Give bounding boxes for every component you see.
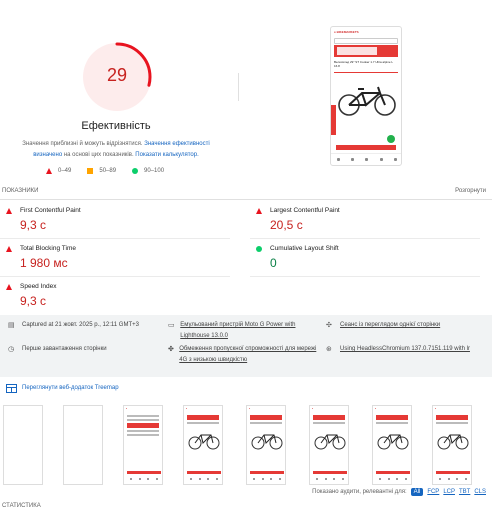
metric-lcp: Largest Contentful Paint 20,5 с	[250, 201, 480, 239]
filmstrip-frame: ●	[183, 405, 223, 485]
metric-speed-index: Speed Index 9,3 с	[0, 277, 230, 315]
filter-chip-cls[interactable]: CLS	[474, 489, 486, 495]
divider	[238, 73, 239, 101]
screenshot-side-tab	[331, 105, 336, 135]
timer-icon: ◷	[8, 346, 15, 353]
network-icon: ✤	[168, 346, 174, 353]
metric-name: Largest Contentful Paint	[270, 207, 340, 214]
metric-name: Total Blocking Time	[20, 245, 76, 252]
metrics-label: ПОКАЗНИКИ	[2, 188, 39, 194]
fail-triangle-icon	[6, 246, 12, 252]
filter-chip-fcp[interactable]: FCP	[427, 489, 439, 495]
session-icon: ✣	[326, 322, 332, 329]
filmstrip-frame	[3, 405, 43, 485]
fail-triangle-icon	[6, 208, 12, 214]
info-first-load: ◷ Перше завантаження сторінки	[8, 346, 107, 353]
browser-icon: ⊛	[326, 346, 332, 353]
treemap-icon	[6, 383, 17, 393]
calendar-icon: ▤	[8, 322, 15, 329]
screenshot-buy-button	[336, 145, 396, 150]
metric-tbt: Total Blocking Time 1 980 мс	[0, 239, 230, 277]
metric-name: First Contentful Paint	[20, 207, 81, 214]
filmstrip-frame: ●	[246, 405, 286, 485]
expand-toggle[interactable]: Розгорнути	[455, 188, 486, 194]
legend-average: 50–89	[87, 168, 116, 174]
screenshot-bottom-nav	[331, 153, 401, 165]
filter-chip-tbt[interactable]: TBT	[459, 489, 470, 495]
bike-image	[334, 77, 398, 121]
fail-triangle-icon	[6, 284, 12, 290]
performance-score: 29	[106, 65, 128, 85]
performance-gauge: 29	[80, 40, 154, 114]
calculator-link[interactable]: Показати калькулятор.	[135, 152, 198, 158]
pass-circle-icon	[256, 246, 262, 252]
filmstrip-frame: ●	[309, 405, 349, 485]
filmstrip-frame: ●	[123, 405, 163, 485]
filmstrip-frame	[63, 405, 103, 485]
performance-gauge-section: 29 Ефективність Значення приблизні й мож…	[0, 0, 232, 185]
final-screenshot[interactable]: ● BIKEMARKETS Велосипед 29" ST Cooker 1.…	[330, 26, 402, 166]
info-emulation: ▭ Емульований пристрій Moto G Power with…	[168, 322, 296, 339]
metric-value: 9,3 с	[20, 218, 47, 232]
screenshot-product-title: Велосипед 29" ST Cooker 1.7 Ultra alpine…	[334, 60, 393, 68]
square-icon	[87, 168, 94, 174]
info-browser: ⊛ Using HeadlessChromium 137.0.7151.119 …	[326, 346, 470, 353]
metric-value: 20,5 с	[270, 218, 303, 232]
treemap-button[interactable]: Переглянути веб-додаток Treemap	[6, 381, 119, 395]
screenshot-search	[334, 38, 398, 44]
metric-value: 1 980 мс	[20, 256, 68, 270]
filmstrip-frame: ●	[372, 405, 412, 485]
score-legend: 0–49 50–89 90–100	[46, 168, 164, 174]
legend-fail: 0–49	[46, 168, 71, 174]
screenshot-banner	[334, 45, 398, 57]
treemap-label: Переглянути веб-додаток Treemap	[22, 385, 119, 391]
statistics-label: СТАТИСТИКА	[2, 503, 41, 509]
metric-value: 0	[270, 256, 277, 270]
info-captured: ▤ Captured at 21 жовт. 2025 р., 12:11 GM…	[8, 322, 139, 329]
metrics-header: ПОКАЗНИКИ Розгорнути	[0, 186, 492, 200]
screenshot-tabs	[334, 70, 398, 73]
fail-triangle-icon	[256, 208, 262, 214]
description-text: Значення приблизні й можуть відрізнятися…	[22, 141, 143, 147]
circle-icon	[132, 168, 139, 174]
screenshot-chat-button	[387, 135, 395, 143]
screenshot-header: ● BIKEMARKETS	[331, 27, 401, 37]
gauge-title: Ефективність	[81, 120, 151, 132]
metric-name: Speed Index	[20, 283, 57, 290]
audit-filter: Показано аудити, релевантні для: All FCP…	[312, 488, 486, 496]
metric-name: Cumulative Layout Shift	[270, 245, 339, 252]
description-text-middle: на основі цих показників.	[63, 152, 134, 158]
legend-pass: 90–100	[132, 168, 164, 174]
info-throttling: ✤ Обмеження пропускної спроможності для …	[168, 346, 317, 363]
metric-value: 9,3 с	[20, 294, 47, 308]
filter-chip-lcp[interactable]: LCP	[443, 489, 455, 495]
gauge-description: Значення приблизні й можуть відрізнятися…	[8, 139, 224, 161]
triangle-icon	[46, 168, 52, 174]
device-icon: ▭	[168, 322, 175, 329]
run-info-box: ▤ Captured at 21 жовт. 2025 р., 12:11 GM…	[0, 315, 492, 377]
info-session: ✣ Сеанс із переглядом однієї сторінки	[326, 322, 441, 329]
audit-filter-label: Показано аудити, релевантні для:	[312, 489, 407, 495]
metric-cls: Cumulative Layout Shift 0	[250, 239, 480, 277]
site-logo: ● BIKEMARKETS	[334, 30, 359, 34]
filmstrip-frame: ●	[432, 405, 472, 485]
filter-chip-all[interactable]: All	[410, 488, 424, 496]
metric-fcp: First Contentful Paint 9,3 с	[0, 201, 230, 239]
